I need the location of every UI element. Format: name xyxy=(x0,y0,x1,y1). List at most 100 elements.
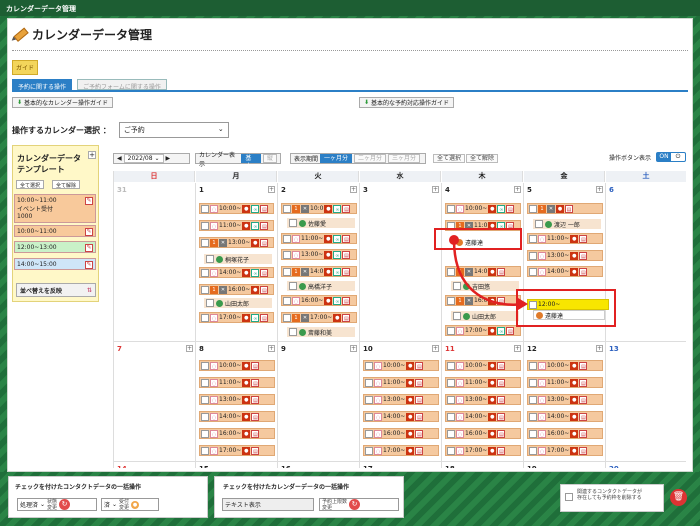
person-icon[interactable]: ● xyxy=(242,313,251,322)
document-icon[interactable]: ▤ xyxy=(342,250,351,259)
day-cell[interactable]: 15 xyxy=(196,462,278,468)
reservation-guide-link[interactable]: ⬇ 基本的な予約対応操作ガイド xyxy=(359,97,455,108)
display-basic-button[interactable]: 基本 xyxy=(241,154,261,170)
link-icon[interactable]: ∞ xyxy=(497,326,506,335)
person-icon[interactable]: ● xyxy=(488,395,497,404)
calendar-select-all[interactable]: 全て選択 xyxy=(433,154,466,163)
op-button-toggle[interactable]: ON ⏻ xyxy=(656,152,686,162)
person-icon[interactable]: ● xyxy=(406,378,415,387)
person-icon[interactable]: ● xyxy=(570,429,579,438)
time-slot[interactable]: ◌ 11:00~ ● ▤ xyxy=(363,377,439,388)
time-slot[interactable]: 1 ✕ 10:0 ● ∞ ▤ xyxy=(281,203,357,214)
person-icon[interactable]: ● xyxy=(570,361,579,370)
add-slot-button[interactable]: + xyxy=(596,186,603,193)
slot-checkbox[interactable] xyxy=(201,361,209,370)
time-slot[interactable]: ◌ 13:00~ ● ▤ xyxy=(199,394,275,405)
person-icon[interactable]: ● xyxy=(242,412,251,421)
document-icon[interactable]: ▤ xyxy=(497,412,506,421)
day-cell[interactable]: 18 xyxy=(442,462,524,468)
time-slot[interactable]: ◌ 17:00~ ● ∞ ▤ xyxy=(445,325,521,336)
contact-chip[interactable]: 斎藤和美 xyxy=(287,327,355,337)
slot-checkbox[interactable] xyxy=(365,395,373,404)
document-icon[interactable]: ▤ xyxy=(579,234,588,243)
slot-checkbox[interactable] xyxy=(201,395,209,404)
document-icon[interactable]: ▤ xyxy=(497,378,506,387)
slot-checkbox[interactable] xyxy=(201,378,209,387)
refresh-icon[interactable]: ↻ xyxy=(349,499,361,510)
slot-checkbox[interactable] xyxy=(201,446,209,455)
slot-checkbox[interactable] xyxy=(529,204,537,213)
template-edit-icon[interactable]: ✎ xyxy=(85,228,93,236)
contact-checkbox[interactable] xyxy=(206,299,214,307)
person-icon[interactable]: ● xyxy=(570,267,579,276)
time-slot[interactable]: ◌ 10:00~ ● ▤ xyxy=(199,360,275,371)
slot-checkbox[interactable] xyxy=(447,429,455,438)
document-icon[interactable]: ▤ xyxy=(415,429,424,438)
template-deselect-all[interactable]: 全て解除 xyxy=(52,180,81,189)
delete-force-checkbox[interactable] xyxy=(565,493,573,501)
text-display-control[interactable]: テキスト表示 xyxy=(222,498,314,511)
document-icon[interactable]: ▤ xyxy=(260,238,269,247)
person-icon[interactable]: ● xyxy=(406,361,415,370)
link-icon[interactable]: ∞ xyxy=(251,268,260,277)
day-cell[interactable]: 31 xyxy=(114,183,196,342)
template-item[interactable]: 10:00~11:00 イベント受付 1000 ✎ xyxy=(14,194,96,223)
time-slot[interactable]: ◌ 13:00~ ● ▤ xyxy=(363,394,439,405)
person-icon[interactable]: ● xyxy=(406,412,415,421)
person-icon[interactable]: ● xyxy=(242,378,251,387)
slot-checkbox[interactable] xyxy=(201,238,209,247)
close-icon[interactable]: ✕ xyxy=(219,238,227,247)
contact-chip[interactable]: 渡辺 一郎 xyxy=(533,219,601,229)
day-cell[interactable]: 3 + xyxy=(360,183,442,342)
time-slot[interactable]: ◌ 17:00~ ● ▤ xyxy=(527,445,603,456)
document-icon[interactable]: ▤ xyxy=(497,429,506,438)
document-icon[interactable]: ▤ xyxy=(415,446,424,455)
add-slot-button[interactable]: + xyxy=(350,186,357,193)
time-slot[interactable]: ◌ 14:00~ ● ▤ xyxy=(445,411,521,422)
slot-checkbox[interactable] xyxy=(529,412,537,421)
time-slot[interactable]: ◌ 16:00~ ● ▤ xyxy=(445,428,521,439)
document-icon[interactable]: ▤ xyxy=(579,267,588,276)
time-slot[interactable]: ◌ 16:00~ ● ∞ ▤ xyxy=(281,295,357,306)
link-icon[interactable]: ∞ xyxy=(333,234,342,243)
time-slot[interactable]: ◌ 16:00~ ● ▤ xyxy=(363,428,439,439)
contact-checkbox[interactable] xyxy=(289,328,297,336)
document-icon[interactable]: ▤ xyxy=(506,204,515,213)
person-icon[interactable]: ● xyxy=(333,313,342,322)
time-slot[interactable]: ◌ 10:00~ ● ∞ ▤ xyxy=(199,203,274,214)
contact-chip[interactable]: 山田太郎 xyxy=(204,298,272,308)
person-icon[interactable]: ● xyxy=(488,326,497,335)
link-icon[interactable]: ∞ xyxy=(251,204,260,213)
guide-button[interactable]: ガイド xyxy=(12,60,39,75)
time-slot[interactable]: ◌ 13:00~ ● ▤ xyxy=(445,394,521,405)
person-icon[interactable]: ● xyxy=(556,204,564,213)
add-slot-button[interactable]: + xyxy=(432,345,439,352)
pin-icon[interactable]: ● xyxy=(131,500,140,509)
slot-checkbox[interactable] xyxy=(365,446,373,455)
close-icon[interactable]: ✕ xyxy=(301,313,309,322)
time-slot[interactable]: ◌ 10:00~ ● ▤ xyxy=(527,360,603,371)
document-icon[interactable]: ▤ xyxy=(251,378,260,387)
add-slot-button[interactable]: + xyxy=(514,345,521,352)
person-icon[interactable]: ● xyxy=(324,250,333,259)
slot-checkbox[interactable] xyxy=(283,313,291,322)
day-cell[interactable]: 16 xyxy=(278,462,360,468)
time-slot[interactable]: 1 ✕ 16:00~ ● ▤ xyxy=(199,284,274,295)
time-slot[interactable]: ◌ 11:00~ ● ∞ ▤ xyxy=(199,220,274,231)
close-icon[interactable]: ✕ xyxy=(301,204,309,213)
time-slot[interactable]: ◌ 11:00~ ● ▤ xyxy=(527,233,603,244)
slot-checkbox[interactable] xyxy=(529,361,537,370)
document-icon[interactable]: ▤ xyxy=(415,412,424,421)
document-icon[interactable]: ▤ xyxy=(506,326,515,335)
time-slot[interactable]: 1 ✕ 13:00~ ● ▤ xyxy=(199,237,274,248)
link-icon[interactable]: ∞ xyxy=(497,204,506,213)
document-icon[interactable]: ▤ xyxy=(260,221,269,230)
slot-checkbox[interactable] xyxy=(447,395,455,404)
document-icon[interactable]: ▤ xyxy=(251,412,260,421)
document-icon[interactable]: ▤ xyxy=(415,395,424,404)
day-cell[interactable]: 20 xyxy=(606,462,686,468)
time-slot[interactable]: ◌ 10:00~ ● ∞ ▤ xyxy=(445,203,521,214)
time-slot[interactable]: ◌ 13:00~ ● ▤ xyxy=(527,250,603,261)
document-icon[interactable]: ▤ xyxy=(579,412,588,421)
template-item[interactable]: 10:00~11:00 ✎ xyxy=(14,225,96,237)
